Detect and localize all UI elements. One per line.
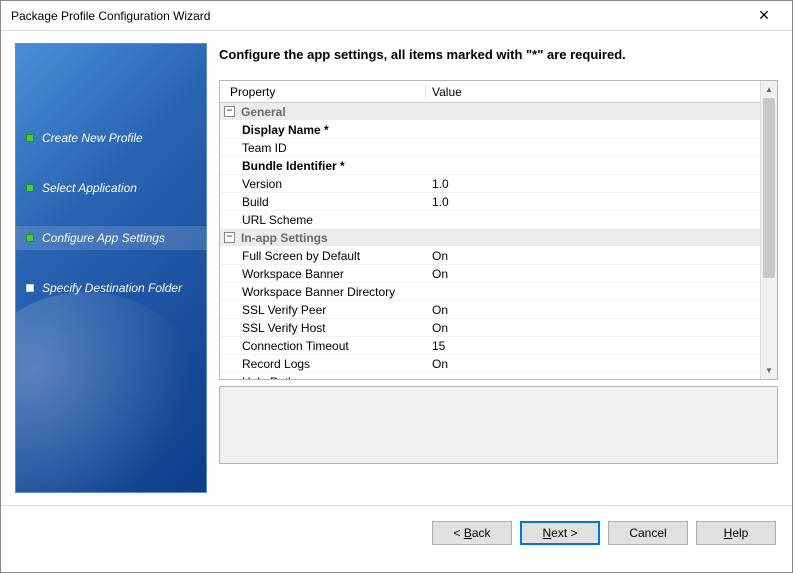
step-specify-destination-folder[interactable]: Specify Destination Folder [16,276,206,300]
wizard-steps: Create New Profile Select Application Co… [16,44,206,300]
property-label: Version [220,177,426,191]
window-title: Package Profile Configuration Wizard [11,9,744,23]
column-value[interactable]: Value [426,85,760,99]
step-label: Create New Profile [42,131,143,145]
group-name: General [241,105,286,119]
step-label: Select Application [42,181,137,195]
property-row[interactable]: SSL Verify PeerOn [220,301,760,319]
property-row[interactable]: Bundle Identifier * [220,157,760,175]
wizard-sidebar: Create New Profile Select Application Co… [15,43,207,493]
property-value[interactable]: 1.0 [426,195,760,209]
property-row[interactable]: URL Scheme [220,211,760,229]
property-row[interactable]: Workspace BannerOn [220,265,760,283]
scroll-thumb[interactable] [763,98,775,278]
scroll-up-icon[interactable]: ▲ [761,81,777,98]
group-header[interactable]: −General [220,103,760,121]
property-value[interactable]: 15 [426,339,760,353]
property-label: URL Scheme [220,213,426,227]
property-label: Display Name * [220,123,426,137]
footer: < Back Next > Cancel Help [1,505,792,559]
description-panel [219,386,778,464]
cancel-button[interactable]: Cancel [608,521,688,545]
vertical-scrollbar[interactable]: ▲ ▼ [760,81,777,379]
bullet-icon [26,284,34,292]
property-value[interactable]: On [426,267,760,281]
grid-header: Property Value [220,81,760,103]
property-row[interactable]: Workspace Banner Directory [220,283,760,301]
property-value[interactable]: On [426,357,760,371]
property-label: Connection Timeout [220,339,426,353]
property-label: Team ID [220,141,426,155]
main-panel: Configure the app settings, all items ma… [219,43,778,493]
property-row[interactable]: Build1.0 [220,193,760,211]
property-label: SSL Verify Host [220,321,426,335]
property-value[interactable]: On [426,249,760,263]
property-row[interactable]: Version1.0 [220,175,760,193]
property-row[interactable]: Help Path [220,373,760,379]
scroll-down-icon[interactable]: ▼ [761,362,777,379]
property-value[interactable]: On [426,303,760,317]
column-property[interactable]: Property [220,85,426,99]
group-header[interactable]: −In-app Settings [220,229,760,247]
step-configure-app-settings[interactable]: Configure App Settings [16,226,206,250]
property-label: Workspace Banner Directory [220,285,426,299]
step-select-application[interactable]: Select Application [16,176,206,200]
check-icon [26,134,34,142]
content: Create New Profile Select Application Co… [1,31,792,505]
property-label: Workspace Banner [220,267,426,281]
property-row[interactable]: Connection Timeout15 [220,337,760,355]
property-row[interactable]: Full Screen by DefaultOn [220,247,760,265]
property-label: Record Logs [220,357,426,371]
check-icon [26,234,34,242]
titlebar: Package Profile Configuration Wizard ✕ [1,1,792,31]
property-value[interactable]: On [426,321,760,335]
property-label: SSL Verify Peer [220,303,426,317]
property-label: Build [220,195,426,209]
close-button[interactable]: ✕ [744,2,784,30]
collapse-icon[interactable]: − [224,106,235,117]
next-button[interactable]: Next > [520,521,600,545]
step-create-new-profile[interactable]: Create New Profile [16,126,206,150]
collapse-icon[interactable]: − [224,232,235,243]
instruction-text: Configure the app settings, all items ma… [219,43,778,80]
step-label: Configure App Settings [42,231,165,245]
property-label: Full Screen by Default [220,249,426,263]
property-label: Bundle Identifier * [220,159,426,173]
property-row[interactable]: Display Name * [220,121,760,139]
property-value[interactable]: 1.0 [426,177,760,191]
help-button[interactable]: Help [696,521,776,545]
property-row[interactable]: Record LogsOn [220,355,760,373]
property-row[interactable]: Team ID [220,139,760,157]
back-button[interactable]: < Back [432,521,512,545]
property-grid: Property Value −GeneralDisplay Name *Tea… [219,80,778,380]
step-label: Specify Destination Folder [42,281,182,295]
property-row[interactable]: SSL Verify HostOn [220,319,760,337]
check-icon [26,184,34,192]
property-label: Help Path [220,375,426,380]
group-name: In-app Settings [241,231,328,245]
